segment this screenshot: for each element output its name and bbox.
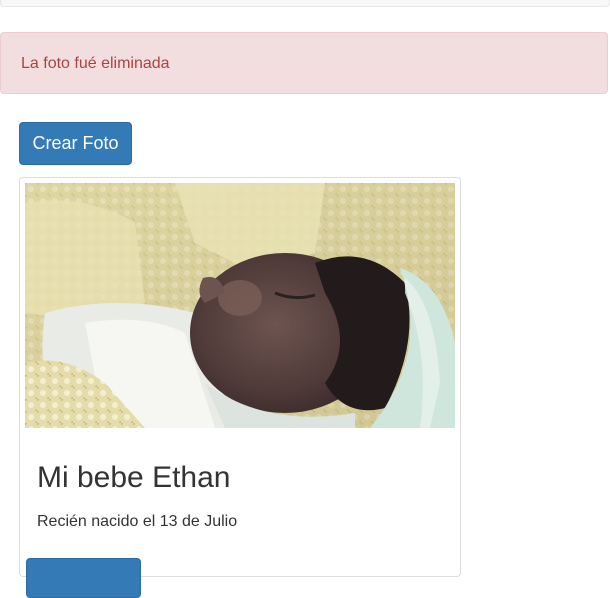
create-photo-button[interactable]: Crear Foto — [19, 122, 132, 165]
photo-description: Recién nacido el 13 de Julio — [37, 513, 238, 530]
alert-message: La foto fué eliminada — [0, 32, 608, 94]
photo-title: Mi bebe Ethan — [37, 461, 231, 494]
photo-image[interactable] — [25, 183, 455, 428]
navbar-bottom-edge — [0, 0, 610, 7]
photo-card: Mi bebe Ethan Recién nacido el 13 de Jul… — [19, 177, 461, 598]
photo-action-button[interactable] — [26, 558, 141, 598]
baby-photo — [25, 183, 455, 428]
